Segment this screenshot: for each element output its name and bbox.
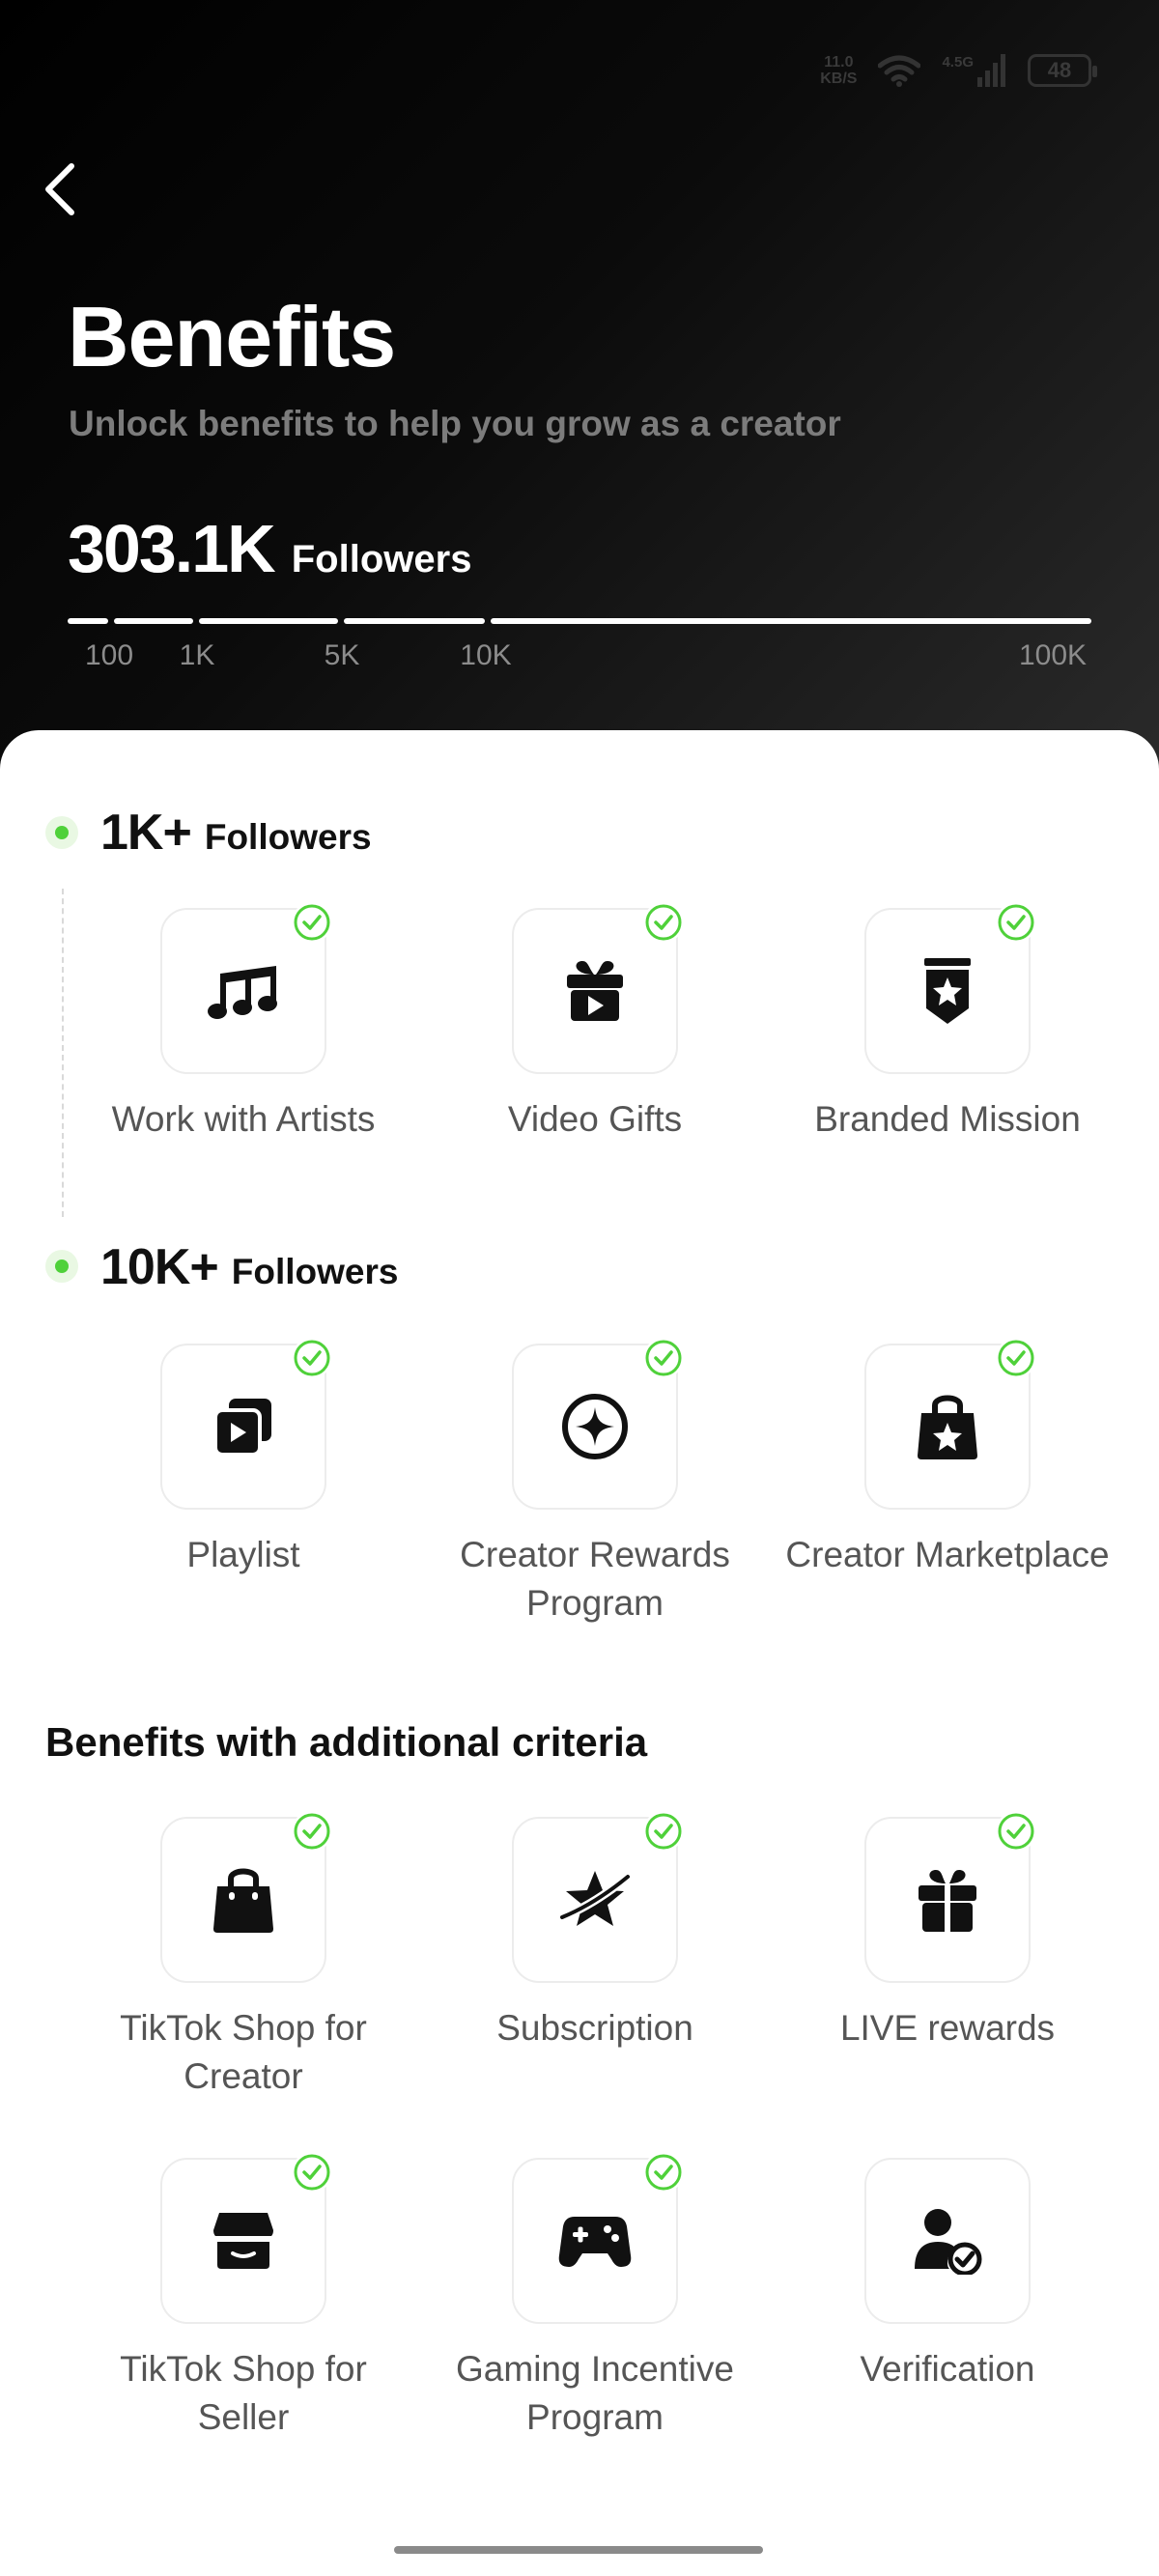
check-circle-icon [292, 902, 332, 943]
benefit-label: Subscription [496, 2008, 693, 2048]
progress-tick: 10K [460, 639, 512, 671]
tier-threshold: 1K+ [100, 805, 192, 861]
shopping-bag-star-icon [918, 1395, 977, 1459]
tier-connector-line [62, 889, 64, 1217]
tier-indicator-dot [45, 816, 78, 849]
benefit-gaming-incentive-program[interactable]: Gaming Incentive Program [421, 2152, 769, 2442]
hero-header: 11.0 KB/S 4.5G 48 Benefits Unlock benefi… [0, 0, 1159, 773]
benefit-icon-box [864, 2158, 1031, 2324]
back-button[interactable] [41, 160, 79, 218]
benefit-label: Verification [860, 2349, 1035, 2389]
benefit-icon-box [864, 1811, 1036, 1983]
benefit-icon-box [160, 1338, 332, 1510]
check-circle-icon [643, 1338, 684, 1378]
benefit-icon-box [512, 1811, 684, 1983]
progress-tick: 1K [179, 639, 215, 671]
cell-signal: 4.5G [942, 54, 1006, 87]
benefit-label: Video Gifts [507, 1099, 683, 1139]
page-subtitle: Unlock benefits to help you grow as a cr… [69, 404, 841, 443]
progress-segment [114, 618, 193, 624]
benefit-live-rewards[interactable]: LIVE rewards [774, 1811, 1121, 2052]
check-circle-icon [292, 2152, 332, 2193]
progress-tick: 100 [84, 639, 134, 671]
check-circle-icon [996, 902, 1036, 943]
progress-tick: 5K [324, 639, 360, 671]
progress-segment [344, 618, 485, 624]
storefront-icon [213, 2213, 273, 2269]
additional-criteria-title: Benefits with additional criteria [45, 1719, 648, 1765]
follower-count: 303.1K Followers [68, 510, 471, 587]
check-circle-icon [643, 1811, 684, 1852]
follower-count-unit: Followers [291, 538, 472, 580]
benefit-label: LIVE rewards [839, 2008, 1056, 2048]
gift-play-icon [567, 961, 623, 1021]
benefit-label: Playlist [186, 1535, 300, 1574]
progress-tick: 100K [1018, 639, 1088, 671]
benefit-label: Gaming Incentive Program [456, 2349, 734, 2437]
benefit-icon-box [512, 2152, 684, 2324]
benefit-label: Branded Mission [814, 1099, 1081, 1139]
benefit-label: Creator Rewards Program [460, 1535, 730, 1623]
benefit-video-gifts[interactable]: Video Gifts [421, 902, 769, 1144]
battery-level: 48 [1047, 58, 1072, 82]
benefit-icon-box [864, 902, 1036, 1074]
shopping-bag-icon [213, 1868, 273, 1933]
chevron-left-icon [45, 163, 74, 215]
benefit-icon-box [160, 902, 332, 1074]
check-circle-icon [292, 1338, 332, 1378]
benefit-tiktok-shop-creator[interactable]: TikTok Shop for Creator [70, 1811, 417, 2101]
check-circle-icon [996, 1811, 1036, 1852]
progress-segment [199, 618, 338, 624]
benefit-label: TikTok Shop for Seller [120, 2349, 367, 2437]
check-circle-icon [643, 902, 684, 943]
benefits-page: 11.0 KB/S 4.5G 48 Benefits Unlock benefi… [0, 0, 1159, 2576]
check-circle-icon [292, 1811, 332, 1852]
benefit-icon-box [864, 1338, 1036, 1510]
network-speed: 11.0 KB/S [820, 54, 857, 87]
benefit-work-with-artists[interactable]: Work with Artists [70, 902, 417, 1144]
tier-title: 10K+ Followers [100, 1238, 398, 1296]
gamepad-icon [558, 2217, 632, 2267]
progress-segment [68, 618, 108, 624]
tier-unit: Followers [231, 1252, 399, 1291]
battery-indicator: 48 [1028, 54, 1097, 87]
benefit-icon-box [160, 2152, 332, 2324]
benefit-branded-mission[interactable]: Branded Mission [774, 902, 1121, 1144]
benefit-playlist[interactable]: Playlist [70, 1338, 417, 1579]
user-check-icon [915, 2209, 982, 2275]
playlist-icon [213, 1399, 271, 1457]
check-circle-icon [996, 1338, 1036, 1378]
ribbon-star-icon [924, 958, 971, 1024]
benefit-subscription[interactable]: Subscription [421, 1811, 769, 2052]
check-circle-icon [643, 2152, 684, 2193]
benefit-icon-box [512, 1338, 684, 1510]
home-indicator[interactable] [394, 2546, 763, 2554]
progress-segment [491, 618, 1091, 624]
benefit-label: Creator Marketplace [785, 1535, 1110, 1574]
benefit-label: Work with Artists [111, 1099, 376, 1139]
signal-label: 4.5G [942, 54, 974, 71]
benefit-verification[interactable]: Verification [774, 2158, 1121, 2393]
tier-unit: Followers [204, 817, 372, 857]
star-orbit-icon [558, 1871, 632, 1926]
benefit-creator-rewards-program[interactable]: Creator Rewards Program [421, 1338, 769, 1628]
wifi-icon [878, 55, 921, 87]
signal-bars-icon [977, 54, 1005, 87]
star-circle-icon [562, 1394, 628, 1459]
tier-indicator-dot [45, 1250, 78, 1283]
gift-icon [919, 1870, 976, 1932]
tier-title: 1K+ Followers [100, 804, 372, 862]
benefit-icon-box [512, 902, 684, 1074]
benefit-label: TikTok Shop for Creator [120, 2008, 367, 2096]
network-speed-value: 11.0 [824, 54, 854, 71]
page-title: Benefits [68, 289, 396, 384]
tier-threshold: 10K+ [100, 1239, 219, 1295]
network-speed-unit: KB/S [820, 71, 858, 87]
music-notes-icon [208, 966, 277, 1019]
status-bar: 11.0 KB/S 4.5G 48 [820, 54, 1097, 87]
benefit-tiktok-shop-seller[interactable]: TikTok Shop for Seller [70, 2152, 417, 2442]
benefit-creator-marketplace[interactable]: Creator Marketplace [774, 1338, 1121, 1579]
benefit-icon-box [160, 1811, 332, 1983]
follower-count-value: 303.1K [68, 511, 276, 586]
